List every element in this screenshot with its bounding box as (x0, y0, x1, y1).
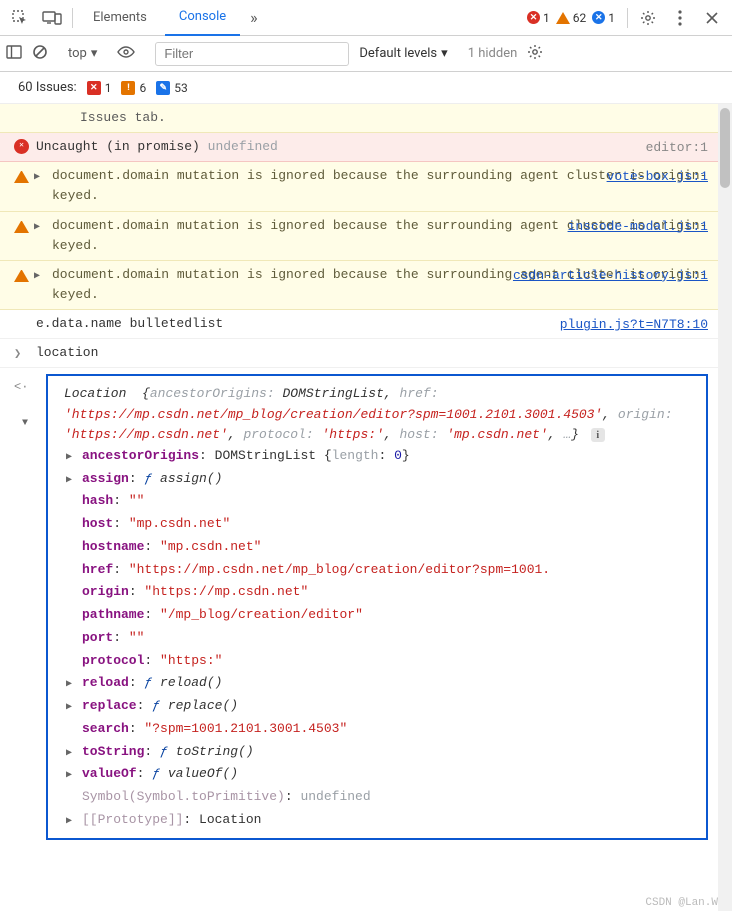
context-label: top (68, 46, 87, 61)
gear-icon[interactable] (634, 4, 662, 32)
watermark: CSDN @Lan.W (645, 897, 718, 909)
source-link[interactable]: vote-box.js:1 (607, 169, 708, 184)
expand-icon[interactable]: ▶ (66, 813, 72, 831)
object-property[interactable]: Symbol(Symbol.toPrimitive): undefined (64, 786, 698, 809)
issues-error-icon: ✕ (87, 81, 101, 95)
expand-icon[interactable]: ▶ (34, 170, 40, 186)
expand-icon[interactable]: ▶ (66, 699, 72, 717)
hidden-count[interactable]: 1 hidden (468, 46, 518, 61)
expand-icon[interactable]: ▶ (34, 269, 40, 285)
object-property[interactable]: ▶ [[Prototype]]: Location (64, 809, 698, 832)
object-property[interactable]: origin: "https://mp.csdn.net" (64, 581, 698, 604)
console-row[interactable]: Issues tab. (0, 104, 718, 133)
kebab-icon[interactable] (666, 4, 694, 32)
info-icon[interactable]: i (591, 428, 605, 442)
expand-icon[interactable]: ▶ (66, 472, 72, 490)
console-row-warning[interactable]: ▶ document.domain mutation is ignored be… (0, 212, 718, 261)
scrollbar[interactable] (718, 104, 732, 911)
warning-icon (556, 12, 570, 24)
object-property[interactable]: ▶ toString: ƒ toString() (64, 741, 698, 764)
console-row-error[interactable]: Uncaught (in promise) undefined editor:1 (0, 133, 718, 162)
expand-icon[interactable]: ▶ (66, 745, 72, 763)
levels-label: Default levels (359, 46, 437, 61)
console-row-warning[interactable]: ▶ document.domain mutation is ignored be… (0, 261, 718, 310)
source-link[interactable]: editor:1 (646, 138, 708, 158)
expand-icon[interactable]: ▶ (66, 676, 72, 694)
object-property[interactable]: hostname: "mp.csdn.net" (64, 536, 698, 559)
issues-info-icon: ✎ (156, 81, 170, 95)
object-property[interactable]: ▶ reload: ƒ reload() (64, 672, 698, 695)
output-caret-icon: <· (14, 378, 28, 397)
chevron-down-icon: ▾ (441, 46, 448, 61)
tab-console[interactable]: Console (165, 0, 240, 36)
object-property[interactable]: hash: "" (64, 490, 698, 513)
issues-error-count: 1 (105, 81, 112, 95)
issues-bar[interactable]: 60 Issues: ✕ 1 ! 6 ✎ 53 (0, 72, 732, 104)
object-property[interactable]: ▶ assign: ƒ assign() (64, 468, 698, 491)
collapse-icon[interactable]: ▼ (22, 416, 28, 432)
error-icon (14, 139, 29, 154)
chevron-down-icon: ▾ (91, 46, 98, 61)
sidebar-toggle-icon[interactable] (6, 45, 22, 63)
source-link[interactable]: csdn-article-history.js:1 (513, 268, 708, 283)
warning-icon (14, 267, 29, 282)
object-property[interactable]: protocol: "https:" (64, 650, 698, 673)
error-count: 1 (543, 11, 550, 25)
inspect-icon[interactable] (6, 4, 34, 32)
divider (72, 8, 73, 28)
info-badge-icon: ✕ (592, 11, 605, 24)
status-badges[interactable]: ✕1 62 ✕1 (527, 11, 615, 25)
live-expression-icon[interactable] (117, 46, 135, 62)
message-text: e.data.name bulletedlist (36, 316, 223, 331)
more-tabs-icon[interactable]: » (244, 8, 264, 27)
console-input-echo[interactable]: ❯ location (0, 339, 718, 368)
object-property[interactable]: ▶ valueOf: ƒ valueOf() (64, 763, 698, 786)
expand-icon[interactable]: ▶ (34, 220, 40, 236)
object-property[interactable]: ▶ ancestorOrigins: DOMStringList {length… (64, 445, 698, 468)
issues-warn-icon: ! (121, 81, 135, 95)
warning-count: 62 (573, 11, 587, 25)
close-icon[interactable] (698, 4, 726, 32)
object-property[interactable]: host: "mp.csdn.net" (64, 513, 698, 536)
object-property[interactable]: search: "?spm=1001.2101.3001.4503" (64, 718, 698, 741)
message-text: Uncaught (in promise) (36, 139, 208, 154)
filter-input[interactable] (155, 42, 349, 66)
tab-elements[interactable]: Elements (79, 0, 161, 36)
info-count: 1 (608, 11, 615, 25)
warning-icon (14, 218, 29, 233)
expand-icon[interactable]: ▶ (66, 767, 72, 785)
source-link[interactable]: inscode-modal.js:1 (568, 219, 708, 234)
scrollbar-thumb[interactable] (720, 108, 730, 188)
divider (627, 8, 628, 28)
issues-warn-count: 6 (139, 81, 146, 95)
context-selector[interactable]: top ▾ (68, 46, 97, 61)
warning-icon (14, 168, 29, 183)
object-property[interactable]: ▶ replace: ƒ replace() (64, 695, 698, 718)
gear-icon[interactable] (527, 44, 543, 64)
console-output[interactable]: <· ▼ Location {ancestorOrigins: DOMStrin… (0, 368, 718, 845)
object-preview[interactable]: Location {ancestorOrigins: DOMStringList… (46, 374, 708, 839)
console-row-log[interactable]: e.data.name bulletedlist plugin.js?t=N7T… (0, 310, 718, 339)
error-icon: ✕ (527, 11, 540, 24)
console-toolbar: top ▾ Default levels ▾ 1 hidden (0, 36, 732, 72)
issues-label: 60 Issues: (18, 80, 77, 95)
message-text: Issues tab. (80, 110, 166, 125)
device-toggle-icon[interactable] (38, 4, 66, 32)
devtools-tabbar: Elements Console » ✕1 62 ✕1 (0, 0, 732, 36)
object-summary[interactable]: Location {ancestorOrigins: DOMStringList… (64, 384, 698, 444)
input-text: location (36, 345, 98, 360)
object-property[interactable]: pathname: "/mp_blog/creation/editor" (64, 604, 698, 627)
expand-icon[interactable]: ▶ (66, 449, 72, 467)
console-body: Issues tab. Uncaught (in promise) undefi… (0, 104, 732, 911)
console-row-warning[interactable]: ▶ document.domain mutation is ignored be… (0, 162, 718, 211)
source-link[interactable]: plugin.js?t=N7T8:10 (560, 317, 708, 332)
log-levels-selector[interactable]: Default levels ▾ (359, 46, 447, 61)
issues-info-count: 53 (174, 81, 188, 95)
object-property[interactable]: href: "https://mp.csdn.net/mp_blog/creat… (64, 559, 698, 582)
input-caret-icon: ❯ (14, 345, 21, 364)
undefined-value: undefined (208, 139, 278, 154)
clear-console-icon[interactable] (32, 44, 48, 64)
object-property[interactable]: port: "" (64, 627, 698, 650)
